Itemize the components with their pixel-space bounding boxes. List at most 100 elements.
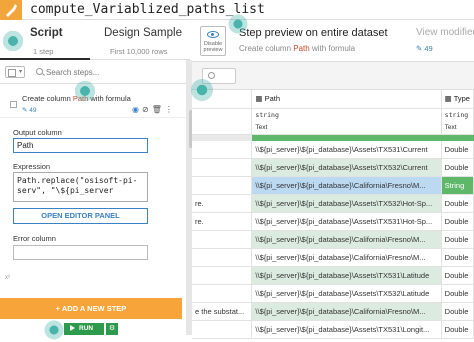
table-cell[interactable] xyxy=(192,284,253,303)
step-title-prefix: Create column xyxy=(22,94,73,103)
tab-design-sample[interactable]: Design Sample First 10,000 rows xyxy=(90,20,190,60)
preview-sub-prefix: Create column xyxy=(239,44,294,53)
column-count-value: 49 xyxy=(424,44,433,53)
table-cell[interactable]: \\${pi_server}\${pi_database}\Assets\TX5… xyxy=(251,212,442,231)
table-cell[interactable]: \\${pi_server}\${pi_database}\California… xyxy=(251,230,442,249)
table-row[interactable]: \\${pi_server}\${pi_database}\California… xyxy=(192,230,474,249)
table-cell[interactable]: String xyxy=(441,176,474,195)
table-cell[interactable]: re. xyxy=(192,194,253,213)
table-cell[interactable] xyxy=(192,176,253,195)
table-row[interactable]: \\${pi_server}\${pi_database}\California… xyxy=(192,248,474,267)
column-header-type[interactable]: ▦ Type xyxy=(441,90,474,109)
table-cell[interactable] xyxy=(192,140,253,159)
tab-script-sub: 1 step xyxy=(33,47,54,56)
preview-title: Step preview on entire dataset xyxy=(239,27,388,39)
table-cell[interactable] xyxy=(192,230,253,249)
eye-icon xyxy=(207,31,219,38)
column-count-badge: ✎ 49 xyxy=(416,44,433,53)
error-column-field[interactable] xyxy=(13,245,148,260)
output-column-field[interactable] xyxy=(13,138,148,153)
table-cell[interactable]: re. xyxy=(192,212,253,231)
disable-preview-label: Disable preview xyxy=(203,41,223,53)
table-row[interactable]: \\${pi_server}\${pi_database}\Assets\TX5… xyxy=(192,284,474,303)
open-editor-panel-button[interactable]: OPEN EDITOR PANEL xyxy=(13,208,148,224)
run-button[interactable]: RUN xyxy=(64,323,104,335)
table-cell[interactable]: Double xyxy=(441,140,474,159)
preview-sub-column: Path xyxy=(293,44,310,53)
table-cell[interactable]: Double xyxy=(441,194,474,213)
table-cell[interactable]: \\${pi_server}\${pi_database}\Assets\TX5… xyxy=(251,140,442,159)
preview-sub-suffix: with formula xyxy=(309,44,356,53)
run-bar: RUN ⚙ xyxy=(0,319,190,335)
column-header-path-label: Path xyxy=(264,94,281,104)
column-meaning[interactable] xyxy=(192,121,253,135)
table-cell[interactable]: Double xyxy=(441,284,474,303)
disable-icon[interactable]: ⊘ xyxy=(142,105,152,114)
table-cell[interactable] xyxy=(192,248,253,267)
step-count-value: 49 xyxy=(29,107,37,114)
tutorial-hotspot[interactable] xyxy=(42,318,66,342)
tutorial-hotspot[interactable] xyxy=(226,12,250,36)
select-all-steps[interactable]: ▾ xyxy=(5,66,25,78)
add-new-step-button[interactable]: + ADD A NEW STEP xyxy=(0,298,182,319)
table-cell[interactable]: Double xyxy=(441,266,474,285)
table-cell[interactable]: \\${pi_server}\${pi_database}\Assets\TX5… xyxy=(251,266,442,285)
table-cell[interactable]: e the substat... xyxy=(192,302,253,321)
steps-toolbar: ▾ xyxy=(0,60,190,84)
table-row[interactable]: e the substat... \\${pi_server}\${pi_data… xyxy=(192,302,474,321)
run-label: RUN xyxy=(79,325,94,332)
table-cell[interactable]: \\${pi_server}\${pi_database}\Assets\TX5… xyxy=(251,284,442,303)
step-checkbox[interactable] xyxy=(10,101,17,108)
table-cell[interactable]: Double xyxy=(441,158,474,177)
table-cell[interactable]: Double xyxy=(441,302,474,321)
table-row[interactable]: \\${pi_server}\${pi_database}\Assets\TX5… xyxy=(192,320,474,339)
disable-preview-button[interactable]: Disable preview xyxy=(200,26,226,56)
column-header-type-label: Type xyxy=(453,94,470,104)
output-column-label: Output column xyxy=(13,128,62,137)
grid-toolbar xyxy=(192,62,474,90)
select-caret: ▾ xyxy=(18,69,22,75)
tab-script-label: Script xyxy=(30,27,63,39)
table-row[interactable]: \\${pi_server}\${pi_database}\Assets\TX5… xyxy=(192,158,474,177)
table-cell[interactable]: Double xyxy=(441,248,474,267)
error-column-label: Error column xyxy=(13,234,56,243)
table-cell[interactable]: \\${pi_server}\${pi_database}\California… xyxy=(251,176,442,195)
column-meaning[interactable]: Text xyxy=(251,121,442,135)
table-cell[interactable]: \\${pi_server}\${pi_database}\Assets\TX5… xyxy=(251,158,442,177)
expression-label: Expression xyxy=(13,162,51,171)
table-cell[interactable] xyxy=(192,320,253,339)
preview-subtitle: Create column Path with formula xyxy=(239,44,355,53)
delete-icon[interactable]: 🗑 xyxy=(152,105,165,114)
step-actions: ◉⊘🗑⋮ xyxy=(132,105,176,114)
table-cell[interactable]: Double xyxy=(441,230,474,249)
table-row[interactable]: \\${pi_server}\${pi_database}\Assets\TX5… xyxy=(192,266,474,285)
preview-grid: ▦ Path ▦ Type string string Text Text \\… xyxy=(192,62,474,339)
more-icon[interactable]: ⋮ xyxy=(165,105,176,114)
table-cell[interactable] xyxy=(192,158,253,177)
table-row[interactable]: re. \\${pi_server}\${pi_database}\Assets\… xyxy=(192,212,474,231)
tutorial-hotspot[interactable] xyxy=(0,28,26,54)
view-modified-toggle[interactable]: View modified xyxy=(416,27,474,38)
recipe-icon xyxy=(0,0,22,20)
table-cell[interactable]: \\${pi_server}\${pi_database}\California… xyxy=(251,248,442,267)
table-cell[interactable]: Double xyxy=(441,320,474,339)
tutorial-hotspot[interactable] xyxy=(188,76,216,104)
formula-icon: x² xyxy=(5,275,10,281)
run-settings-icon[interactable]: ⚙ xyxy=(106,323,118,335)
column-header-path[interactable]: ▦ Path xyxy=(251,90,442,109)
table-cell[interactable]: \\${pi_server}\${pi_database}\Assets\TX5… xyxy=(251,194,442,213)
table-cell[interactable]: \\${pi_server}\${pi_database}\Assets\TX5… xyxy=(251,320,442,339)
table-row[interactable]: re. \\${pi_server}\${pi_database}\Assets\… xyxy=(192,194,474,213)
table-row[interactable]: \\${pi_server}\${pi_database}\California… xyxy=(192,176,474,195)
tab-design-sub: First 10,000 rows xyxy=(110,47,168,56)
tutorial-hotspot[interactable] xyxy=(72,78,98,104)
expression-field[interactable]: Path.replace("osisoft-pi-serv", "\${pi_s… xyxy=(13,172,148,202)
column-meaning[interactable]: Text xyxy=(441,121,474,135)
table-cell[interactable]: \\${pi_server}\${pi_database}\California… xyxy=(251,302,442,321)
search-steps-input[interactable] xyxy=(32,65,182,79)
step-count: ✎ 49 xyxy=(22,107,37,114)
table-cell[interactable]: Double xyxy=(441,212,474,231)
table-cell[interactable] xyxy=(192,266,253,285)
eye-icon[interactable]: ◉ xyxy=(132,105,142,114)
table-row[interactable]: \\${pi_server}\${pi_database}\Assets\TX5… xyxy=(192,140,474,159)
